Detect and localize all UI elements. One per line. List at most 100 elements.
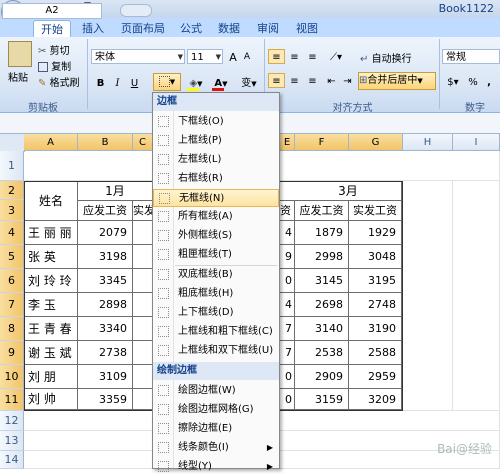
table-cell[interactable]: 3198	[78, 245, 133, 269]
row-header[interactable]: 10	[0, 365, 24, 389]
column-header[interactable]: C	[133, 134, 153, 151]
menu-item[interactable]: 上框线(P)	[153, 132, 279, 150]
table-cell[interactable]: 0	[280, 389, 295, 410]
table-cell[interactable]: 9	[280, 245, 295, 269]
table-cell[interactable]: 2698	[295, 293, 349, 317]
table-cell[interactable]: 1879	[295, 221, 349, 245]
align-center-icon[interactable]: ≡	[286, 73, 303, 88]
row-header[interactable]: 6	[0, 269, 24, 293]
table-cell[interactable]: 0	[280, 365, 295, 389]
name-cell[interactable]: 刘 玲 玲	[25, 269, 78, 293]
table-cell[interactable]	[133, 317, 153, 341]
table-cell[interactable]: 7	[280, 341, 295, 365]
table-cell[interactable]	[133, 365, 153, 389]
formula-bar-splitter[interactable]	[120, 4, 152, 17]
tab-insert[interactable]: 插入	[78, 20, 108, 37]
increase-indent-icon[interactable]: ⇥	[340, 73, 355, 88]
align-right-icon[interactable]: ≡	[304, 73, 321, 88]
table-cell[interactable]: 3159	[295, 389, 349, 410]
name-cell[interactable]: 王 丽 丽	[25, 221, 78, 245]
grow-font-button[interactable]: A	[226, 49, 240, 64]
row-header[interactable]: 9	[0, 341, 24, 365]
column-header[interactable]: A	[24, 134, 78, 151]
wrap-text-button[interactable]: ↵ 自动换行	[360, 50, 412, 65]
row-header[interactable]: 3	[0, 200, 24, 221]
table-cell[interactable]	[133, 389, 153, 410]
table-cell[interactable]: 2588	[349, 341, 402, 365]
phonetic-button[interactable]: 变▼	[238, 75, 260, 90]
align-top-icon[interactable]: ≡	[268, 49, 285, 64]
month3-header-cell[interactable]: 3月	[280, 182, 402, 201]
shrink-font-button[interactable]: A	[241, 49, 253, 64]
table-cell[interactable]: 2898	[78, 293, 133, 317]
row-header[interactable]: 11	[0, 389, 24, 411]
name-cell[interactable]: 张 英	[25, 245, 78, 269]
name-box[interactable]: A2	[2, 3, 102, 19]
paste-icon[interactable]	[8, 41, 32, 67]
menu-item[interactable]: 右框线(R)	[153, 170, 279, 188]
tab-view[interactable]: 视图	[292, 20, 322, 37]
menu-item[interactable]: 双底框线(B)	[153, 266, 279, 284]
sub-header-cell[interactable]: 应发工资	[78, 201, 133, 221]
column-header[interactable]: E	[280, 134, 295, 151]
font-name-combo[interactable]: 宋体 ▼	[91, 49, 185, 64]
row-header[interactable]: 7	[0, 293, 24, 317]
merge-center-button[interactable]: ⊞合并后居中▼	[358, 72, 436, 90]
row-header[interactable]: 4	[0, 221, 24, 245]
table-cell[interactable]: 2538	[295, 341, 349, 365]
menu-item[interactable]: 粗底框线(H)	[153, 285, 279, 303]
table-cell[interactable]	[133, 221, 153, 245]
table-cell[interactable]: 3340	[78, 317, 133, 341]
menu-item[interactable]: 无框线(N)	[153, 189, 279, 207]
menu-item[interactable]: 外侧框线(S)	[153, 227, 279, 245]
align-bottom-icon[interactable]: ≡	[304, 49, 321, 64]
table-cell[interactable]	[133, 245, 153, 269]
decrease-indent-icon[interactable]: ⇤	[324, 73, 339, 88]
italic-button[interactable]: I	[110, 75, 125, 90]
select-all-corner[interactable]	[0, 134, 25, 152]
column-header[interactable]: H	[403, 134, 453, 151]
table-cell[interactable]: 1929	[349, 221, 402, 245]
sub-header-cell[interactable]: 资	[280, 201, 295, 221]
tab-home[interactable]: 开始	[33, 20, 71, 38]
format-painter-button[interactable]: ✎ 格式刷	[38, 74, 80, 89]
table-cell[interactable]: 3109	[78, 365, 133, 389]
menu-item[interactable]: 绘图边框网格(G)	[153, 401, 279, 419]
tab-page-layout[interactable]: 页面布局	[117, 20, 169, 37]
table-cell[interactable]: 3345	[78, 269, 133, 293]
orientation-icon[interactable]: ⟋▾	[324, 49, 348, 64]
menu-item[interactable]: 上框线和双下框线(U)	[153, 342, 279, 360]
name-cell[interactable]: 刘 帅	[25, 389, 78, 410]
menu-item[interactable]: 上下框线(D)	[153, 304, 279, 322]
name-cell[interactable]: 刘 朋	[25, 365, 78, 389]
menu-item[interactable]: 粗匣框线(T)	[153, 246, 279, 264]
row-header[interactable]: 2	[0, 181, 24, 200]
menu-item[interactable]: 左框线(L)	[153, 151, 279, 169]
table-cell[interactable]: 0	[280, 269, 295, 293]
row-header[interactable]: 8	[0, 317, 24, 341]
currency-icon[interactable]: $▾	[443, 74, 463, 89]
table-cell[interactable]: 2748	[349, 293, 402, 317]
table-cell[interactable]: 2959	[349, 365, 402, 389]
borders-button[interactable]: ▼	[153, 73, 181, 91]
number-format-combo[interactable]: 常规	[442, 49, 500, 64]
table-cell[interactable]	[133, 269, 153, 293]
column-header[interactable]: B	[78, 134, 133, 151]
name-cell[interactable]: 王 青 春	[25, 317, 78, 341]
row-header[interactable]: 1	[0, 151, 24, 181]
row-header[interactable]: 5	[0, 245, 24, 269]
table-cell[interactable]: 7	[280, 317, 295, 341]
table-cell[interactable]: 3145	[295, 269, 349, 293]
table-cell[interactable]	[133, 341, 153, 365]
tab-formulas[interactable]: 公式	[176, 20, 206, 37]
name-cell[interactable]: 李 玉	[25, 293, 78, 317]
tab-review[interactable]: 审阅	[253, 20, 283, 37]
comma-button[interactable]: ,	[482, 74, 496, 89]
table-cell[interactable]: 3195	[349, 269, 402, 293]
sub-header-cell[interactable]: 实发工资	[349, 201, 402, 221]
copy-button[interactable]: 复制	[38, 58, 71, 73]
table-cell[interactable]: 2998	[295, 245, 349, 269]
table-cell[interactable]: 2738	[78, 341, 133, 365]
row-header[interactable]: 13	[0, 431, 24, 451]
name-cell[interactable]: 谢 玉 斌	[25, 341, 78, 365]
